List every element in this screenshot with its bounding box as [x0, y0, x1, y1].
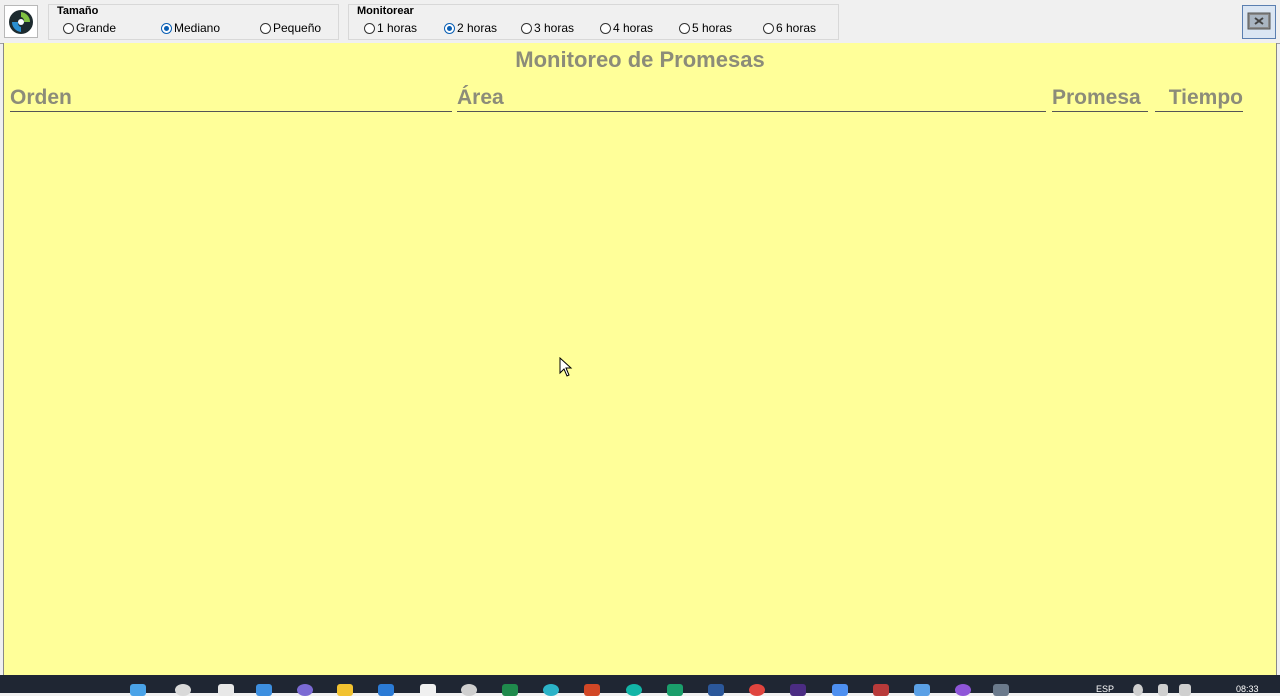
- excel-icon[interactable]: [502, 684, 518, 696]
- column-header-promesa: Promesa: [1052, 85, 1148, 112]
- app-icon[interactable]: [914, 684, 930, 696]
- word-icon[interactable]: [708, 684, 724, 696]
- radio-selected-icon[interactable]: [161, 22, 172, 34]
- app-icon[interactable]: [378, 684, 394, 696]
- widgets-icon[interactable]: [256, 684, 272, 696]
- task-view-icon[interactable]: [218, 684, 234, 696]
- radio-icon[interactable]: [600, 22, 611, 34]
- column-header-orden: Orden: [10, 85, 452, 112]
- monitor-group: Monitorear 1 horas 2 horas 3 horas 4 hor…: [348, 4, 839, 40]
- size-group-title: Tamaño: [57, 5, 99, 17]
- app-icon[interactable]: [993, 684, 1009, 696]
- app-icon[interactable]: [873, 684, 889, 696]
- app-logo-icon: [9, 9, 33, 34]
- size-group: Tamaño Grande Mediano Pequeño: [48, 4, 339, 40]
- radio-icon[interactable]: [763, 22, 774, 34]
- app-icon[interactable]: [832, 684, 848, 696]
- app-icon[interactable]: [667, 684, 683, 696]
- page-title: Monitoreo de Promesas: [515, 47, 765, 72]
- app-icon[interactable]: [790, 684, 806, 696]
- mouse-cursor-icon: [559, 357, 573, 377]
- monitor-radio-6h[interactable]: 6 horas: [763, 21, 816, 35]
- radio-selected-icon[interactable]: [444, 22, 455, 34]
- dropbox-icon[interactable]: [420, 684, 436, 696]
- monitor-radio-5h[interactable]: 5 horas: [679, 21, 732, 35]
- edge-icon[interactable]: [543, 684, 559, 696]
- radio-icon[interactable]: [521, 22, 532, 34]
- radio-icon[interactable]: [679, 22, 690, 34]
- radio-icon[interactable]: [260, 22, 271, 34]
- chrome-icon[interactable]: [461, 684, 477, 696]
- size-radio-mediano[interactable]: Mediano: [161, 21, 220, 35]
- monitor-radio-4h[interactable]: 4 horas: [600, 21, 653, 35]
- radio-icon[interactable]: [364, 22, 375, 34]
- monitor-radio-3h[interactable]: 3 horas: [521, 21, 574, 35]
- powerpoint-icon[interactable]: [584, 684, 600, 696]
- file-explorer-icon[interactable]: [337, 684, 353, 696]
- promises-panel: Monitoreo de Promesas Orden Área Promesa…: [3, 43, 1277, 675]
- app-icon[interactable]: [626, 684, 642, 696]
- wifi-icon[interactable]: [1133, 684, 1143, 696]
- app-logo-button[interactable]: [4, 5, 38, 38]
- app-icon[interactable]: [955, 684, 971, 696]
- windows-taskbar: ESP 08:33: [0, 675, 1280, 696]
- monitor-radio-2h[interactable]: 2 horas: [444, 21, 497, 35]
- monitor-radio-1h[interactable]: 1 horas: [364, 21, 417, 35]
- column-header-area: Área: [457, 85, 1046, 112]
- battery-icon[interactable]: [1179, 684, 1191, 696]
- size-radio-pequeno[interactable]: Pequeño: [260, 21, 321, 35]
- app-icon[interactable]: [749, 684, 765, 696]
- size-radio-grande[interactable]: Grande: [63, 21, 116, 35]
- volume-icon[interactable]: [1158, 684, 1168, 696]
- monitor-exit-icon: [1247, 12, 1271, 30]
- search-icon[interactable]: [175, 684, 191, 696]
- start-icon[interactable]: [130, 684, 146, 696]
- toolbar: Tamaño Grande Mediano Pequeño Monitorear…: [0, 0, 1280, 44]
- teams-icon[interactable]: [297, 684, 313, 696]
- monitor-group-title: Monitorear: [357, 5, 414, 17]
- exit-button[interactable]: [1242, 5, 1276, 39]
- column-header-tiempo: Tiempo: [1155, 85, 1243, 112]
- radio-icon[interactable]: [63, 22, 74, 34]
